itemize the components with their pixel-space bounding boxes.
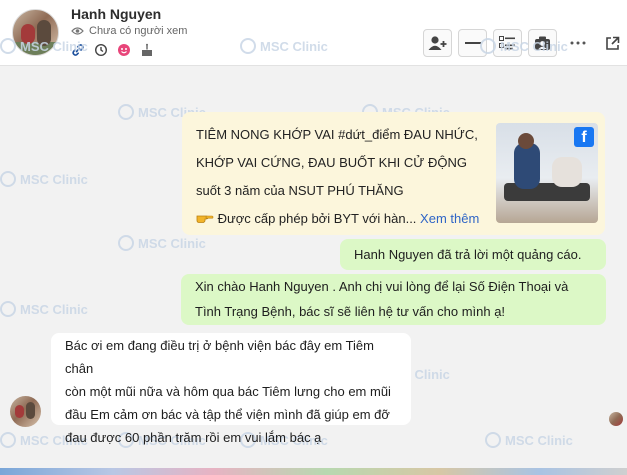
profile-card-icon xyxy=(535,36,550,50)
clinic-logo-icon xyxy=(0,301,16,317)
ad-line: TIÊM NONG KHỚP VAI #dứt_điểm ĐAU NHỨC, xyxy=(196,127,478,142)
see-more-link[interactable]: Xem thêm xyxy=(420,211,479,226)
seen-indicator-avatar xyxy=(609,412,623,426)
sender-avatar[interactable] xyxy=(10,396,41,427)
minus-icon xyxy=(464,42,481,44)
profile-card-button[interactable] xyxy=(528,29,557,57)
message-line: Bác ơi em đang điều trị ở bệnh viện bác … xyxy=(65,338,374,376)
message-line: đầu Em cảm ơn bác và tập thể viện mình đ… xyxy=(65,407,390,422)
list-details-icon xyxy=(499,36,515,50)
open-in-new-window-button[interactable] xyxy=(598,29,627,57)
minimize-button[interactable] xyxy=(458,29,487,57)
history-icon[interactable] xyxy=(94,43,108,57)
link-icon[interactable] xyxy=(71,43,85,57)
message-line: Xin chào Hanh Nguyen . Anh chị vui lòng … xyxy=(195,279,569,294)
reply-notice-bubble[interactable]: Hanh Nguyen đã trả lời một quảng cáo. xyxy=(340,239,606,270)
eye-icon xyxy=(71,27,84,35)
emoji-icon[interactable] xyxy=(117,43,131,57)
clinic-logo-icon xyxy=(118,104,134,120)
watermark: MSC Clinic xyxy=(118,235,206,251)
ad-reference-card[interactable]: TIÊM NONG KHỚP VAI #dứt_điểm ĐAU NHỨC, K… xyxy=(182,112,605,235)
clinic-logo-icon xyxy=(0,432,16,448)
more-options-button[interactable] xyxy=(563,29,592,57)
ad-text: TIÊM NONG KHỚP VAI #dứt_điểm ĐAU NHỨC, K… xyxy=(196,121,496,233)
viewer-status-text: Chưa có người xem xyxy=(89,25,188,37)
clinic-logo-icon xyxy=(118,235,134,251)
message-line: còn một mũi nữa và hôm qua bác Tiêm lưng… xyxy=(65,384,391,399)
ad-line: KHỚP VAI CỨNG, ĐAU BUỐT KHI CỬ ĐỘNG xyxy=(196,155,468,170)
facebook-icon: f xyxy=(574,127,594,147)
message-line: Tình Trạng Bệnh, bác sĩ sẽ liên hệ tư vấ… xyxy=(195,304,506,319)
customer-message-bubble[interactable]: Bác ơi em đang điều trị ở bệnh viện bác … xyxy=(51,333,411,445)
details-list-button[interactable] xyxy=(493,29,522,57)
ad-thumbnail[interactable]: f xyxy=(496,123,598,223)
chat-header: Hanh Nguyen Chưa có người xem xyxy=(0,0,627,66)
pointing-hand-icon xyxy=(196,215,214,223)
clinic-logo-icon xyxy=(0,171,16,187)
contact-name[interactable]: Hanh Nguyen xyxy=(71,6,161,22)
bottom-tab-strip xyxy=(0,468,627,475)
message-line: đau được 60 phần trăm rồi em vui lắm bác… xyxy=(65,430,322,445)
viewer-status: Chưa có người xem xyxy=(71,25,187,37)
header-toolbar xyxy=(423,29,627,57)
contact-quick-icons xyxy=(71,43,154,57)
clinic-logo-icon xyxy=(485,432,501,448)
watermark: MSC Clinic xyxy=(485,432,573,448)
add-contact-button[interactable] xyxy=(423,29,452,57)
more-icon xyxy=(570,41,585,45)
contact-avatar[interactable] xyxy=(12,9,59,56)
watermark: MSC Clinic xyxy=(0,301,88,317)
ad-line-text: Được cấp phép bởi BYT với hàn... xyxy=(217,211,417,226)
ad-line-last: Được cấp phép bởi BYT với hàn... Xem thê… xyxy=(196,205,496,233)
watermark: MSC Clinic xyxy=(0,171,88,187)
add-contact-icon xyxy=(428,36,446,50)
birthday-cake-icon[interactable] xyxy=(140,43,154,57)
greeting-message-bubble[interactable]: Xin chào Hanh Nguyen . Anh chị vui lòng … xyxy=(181,274,606,325)
ad-line: suốt 3 năm của NSUT PHÚ THĂNG xyxy=(196,183,404,198)
open-external-icon xyxy=(606,36,620,50)
